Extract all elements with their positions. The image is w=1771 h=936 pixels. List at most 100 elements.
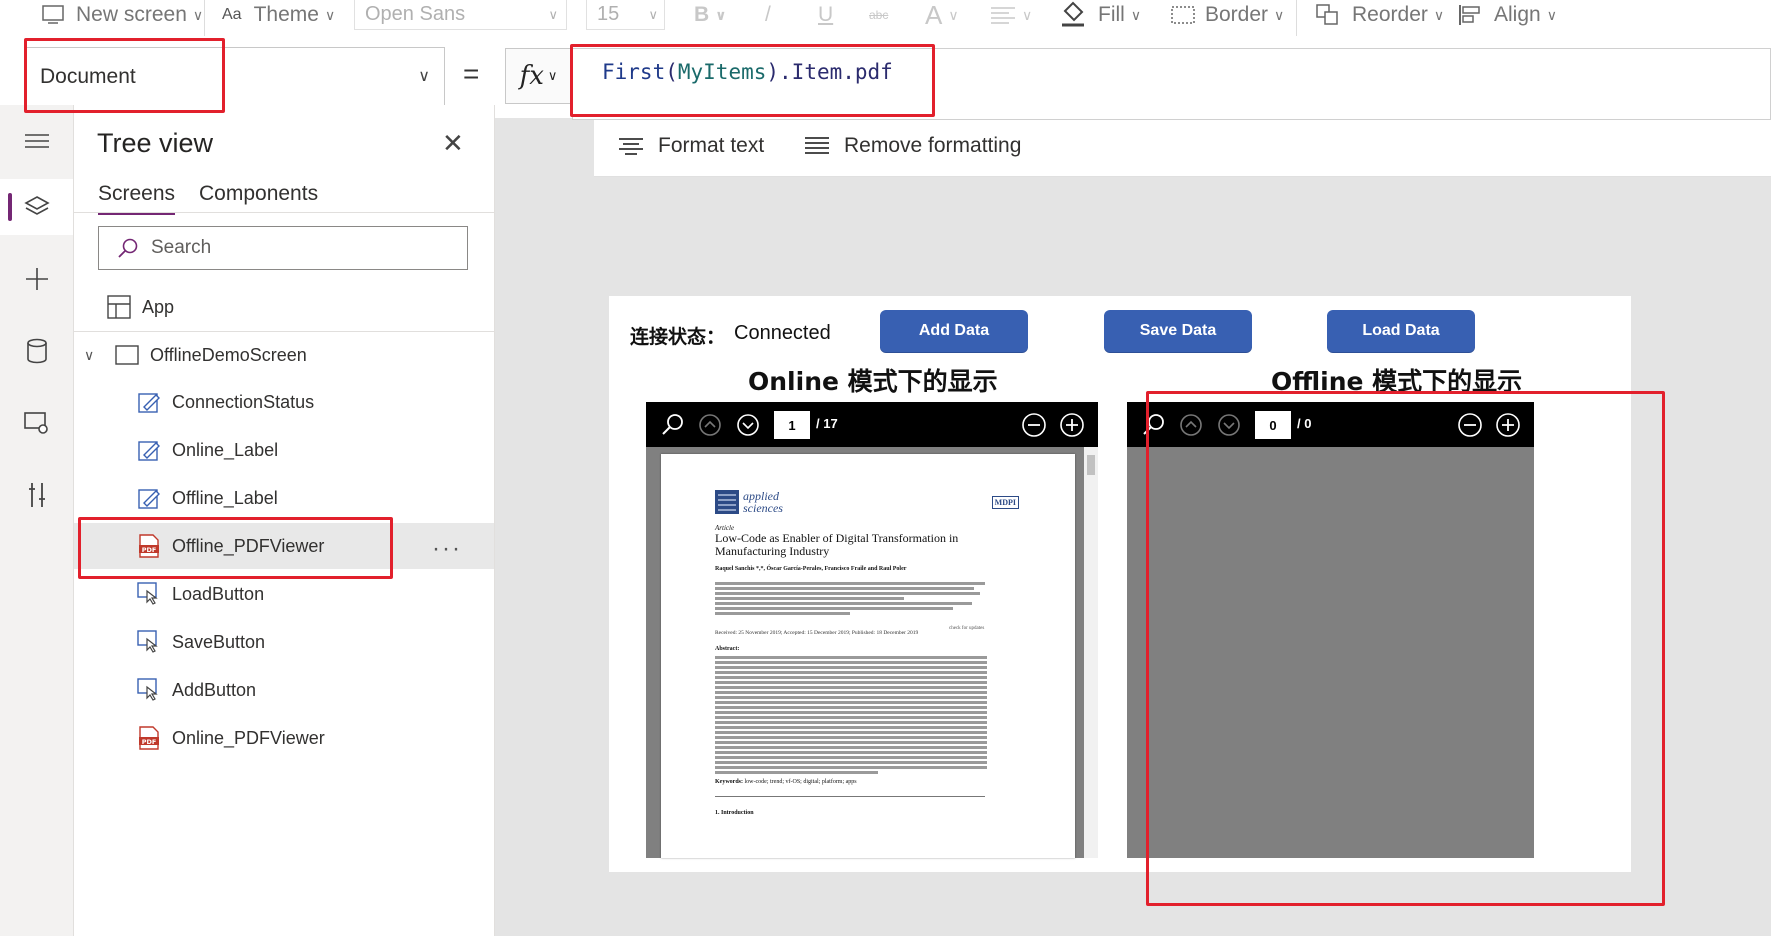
tree-item-offline-label[interactable]: Offline_Label bbox=[74, 475, 494, 521]
chevron-down-icon: ∨ bbox=[715, 6, 727, 23]
format-bar bbox=[594, 120, 1771, 177]
add-data-button[interactable]: Add Data bbox=[880, 310, 1028, 352]
scrollbar[interactable] bbox=[1084, 447, 1098, 858]
chevron-down-icon: ∨ bbox=[648, 6, 658, 22]
italic-button[interactable]: / bbox=[765, 0, 771, 30]
theme-label: Theme bbox=[253, 3, 319, 26]
text-align-button[interactable]: ∨ bbox=[990, 0, 1032, 30]
bold-icon: B bbox=[694, 3, 710, 26]
toolbar-divider bbox=[1296, 0, 1297, 36]
tree-item-label: Offline_Label bbox=[172, 487, 278, 508]
bold-button[interactable]: B ∨ bbox=[694, 0, 727, 30]
font-size-dropdown[interactable]: 15 ∨ bbox=[586, 0, 665, 30]
chevron-down-icon[interactable]: ∨ bbox=[84, 347, 102, 364]
tree-item-label: ConnectionStatus bbox=[172, 391, 315, 412]
data-button[interactable] bbox=[0, 323, 73, 379]
new-screen-button[interactable]: New screen ∨ bbox=[42, 0, 203, 30]
italic-icon: / bbox=[765, 3, 771, 26]
page-down-icon[interactable] bbox=[736, 413, 760, 437]
scroll-thumb[interactable] bbox=[1087, 455, 1095, 475]
pdf-page: applied sciences MDPI Article Low-Code a… bbox=[661, 454, 1075, 858]
chevron-down-icon: ∨ bbox=[418, 68, 430, 85]
database-icon bbox=[26, 338, 47, 364]
load-data-button[interactable]: Load Data bbox=[1327, 310, 1475, 352]
strikethrough-button[interactable]: abc bbox=[869, 0, 888, 30]
more-options-icon[interactable]: ··· bbox=[432, 535, 462, 563]
button-icon bbox=[136, 581, 162, 607]
align-button[interactable]: Align ∨ bbox=[1458, 0, 1557, 30]
chevron-down-icon: ∨ bbox=[548, 6, 558, 22]
highlight-tree-item bbox=[78, 517, 393, 579]
chevron-down-icon: ∨ bbox=[1022, 6, 1033, 23]
format-text-button[interactable]: Format text bbox=[618, 134, 764, 158]
media-button[interactable] bbox=[0, 395, 73, 451]
tree-item-label: LoadButton bbox=[172, 583, 265, 604]
remove-formatting-button[interactable]: Remove formatting bbox=[804, 134, 1021, 158]
theme-icon: Aa bbox=[222, 6, 242, 23]
border-button[interactable]: Border ∨ bbox=[1171, 0, 1284, 30]
zoom-in-icon[interactable] bbox=[1059, 412, 1085, 438]
article-authors: Raquel Sanchis *,*, Óscar García-Perales… bbox=[715, 566, 907, 572]
equals-sign: = bbox=[463, 58, 480, 89]
highlight-property-box bbox=[24, 38, 225, 113]
connection-status-label: 连接状态： bbox=[630, 326, 726, 348]
advanced-tools-button[interactable] bbox=[0, 467, 73, 523]
tree-item-label: SaveButton bbox=[172, 631, 266, 652]
tree-item-app[interactable]: App bbox=[74, 284, 494, 330]
fx-icon: fx bbox=[519, 61, 544, 91]
media-icon bbox=[23, 412, 48, 434]
search-input[interactable]: Search bbox=[98, 226, 468, 270]
app-icon bbox=[106, 294, 132, 320]
command-bar: New screen ∨ Aa Theme ∨ Open Sans ∨ 15 ∨ B ∨ … bbox=[0, 0, 1771, 39]
insert-button[interactable] bbox=[0, 251, 73, 307]
keywords-label: Keywords: bbox=[715, 779, 743, 785]
tree-item-savebutton[interactable]: SaveButton bbox=[74, 619, 494, 665]
tools-icon bbox=[28, 483, 45, 507]
keywords: Keywords: low-code; trend; vf-OS; digita… bbox=[715, 779, 857, 785]
tree-item-online-label[interactable]: Online_Label bbox=[74, 427, 494, 473]
hamburger-button[interactable] bbox=[0, 113, 73, 169]
tree-item-label: App bbox=[142, 296, 175, 317]
section-heading: 1. Introduction bbox=[715, 810, 754, 816]
edit-label-icon bbox=[136, 389, 162, 415]
tree-item-label: AddButton bbox=[172, 679, 257, 700]
page-number-input[interactable]: 1 bbox=[774, 411, 810, 439]
chevron-down-icon: ∨ bbox=[1130, 6, 1142, 23]
tabs-divider bbox=[74, 212, 494, 213]
tree-item-connectionstatus[interactable]: ConnectionStatus bbox=[74, 379, 494, 425]
abstract-label: Abstract: bbox=[715, 646, 740, 652]
button-icon bbox=[136, 677, 162, 703]
highlight-formula-box bbox=[570, 44, 935, 117]
tree-view-button[interactable] bbox=[0, 179, 73, 235]
svg-text:PDF: PDF bbox=[142, 738, 157, 746]
reorder-icon bbox=[1316, 4, 1338, 25]
tab-components[interactable]: Components bbox=[199, 182, 318, 206]
reorder-button[interactable]: Reorder ∨ bbox=[1316, 0, 1444, 30]
journal-name: applied sciences bbox=[743, 489, 783, 515]
page-up-icon[interactable] bbox=[698, 413, 722, 437]
journal-logo: applied sciences bbox=[715, 490, 798, 514]
fill-button[interactable]: Fill ∨ bbox=[1060, 0, 1141, 30]
font-family-dropdown[interactable]: Open Sans ∨ bbox=[354, 0, 567, 30]
zoom-out-icon[interactable] bbox=[1021, 412, 1047, 438]
search-icon[interactable] bbox=[660, 412, 686, 438]
border-label: Border bbox=[1205, 3, 1269, 26]
online-pdf-viewer[interactable]: 1 / 17 applied sciences MDPI Article Low… bbox=[646, 402, 1098, 858]
chevron-down-icon: ∨ bbox=[192, 6, 204, 23]
fx-button[interactable]: fx ∨ bbox=[505, 48, 572, 104]
font-color-button[interactable]: A ∨ bbox=[925, 0, 959, 30]
edit-label-icon bbox=[136, 485, 162, 511]
tree-item-addbutton[interactable]: AddButton bbox=[74, 667, 494, 713]
connection-status-value: Connected bbox=[734, 322, 831, 344]
tab-screens[interactable]: Screens bbox=[98, 182, 176, 215]
button-icon bbox=[136, 629, 162, 655]
underline-button[interactable]: U bbox=[818, 0, 833, 30]
remove-formatting-icon bbox=[805, 137, 829, 154]
check-updates-badge: check for updates bbox=[949, 626, 985, 631]
tree-item-online-pdfviewer[interactable]: PDF Online_PDFViewer bbox=[74, 715, 494, 761]
theme-button[interactable]: Aa Theme ∨ bbox=[222, 0, 335, 30]
save-data-button[interactable]: Save Data bbox=[1104, 310, 1252, 352]
tree-item-screen[interactable]: ∨ OfflineDemoScreen bbox=[74, 332, 494, 378]
publisher-logo: MDPI bbox=[991, 496, 1019, 509]
close-icon[interactable]: ✕ bbox=[442, 128, 464, 159]
